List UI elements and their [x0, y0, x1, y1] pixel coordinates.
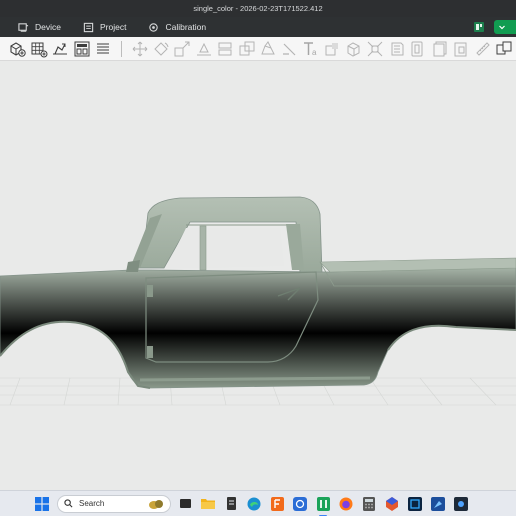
arrange-button[interactable] [72, 39, 91, 59]
fusion-icon [270, 496, 284, 511]
text-tool-button[interactable]: a [302, 39, 321, 59]
file-explorer-button[interactable] [200, 496, 216, 512]
cut-button[interactable] [216, 39, 235, 59]
rotate-icon [154, 41, 169, 56]
slice-button[interactable] [494, 20, 516, 34]
paint-button[interactable] [430, 496, 446, 512]
menu-device-label: Device [35, 22, 61, 32]
support-paint-button[interactable] [259, 39, 278, 59]
truck-body-model[interactable] [0, 61, 516, 490]
fusion-button[interactable] [269, 496, 285, 512]
support-paint-icon [261, 40, 275, 54]
edge-button[interactable] [246, 496, 262, 512]
prusa-icon [386, 496, 398, 511]
main-toolbar: a [0, 37, 516, 61]
split-list-icon [97, 43, 110, 53]
terminal-icon [226, 497, 236, 510]
add-plate-icon [31, 42, 48, 57]
photoshop-icon [408, 496, 422, 511]
file-explorer-icon [201, 499, 215, 509]
split-objects-icon [391, 42, 404, 55]
split-list-button[interactable] [94, 39, 113, 59]
split-parts-icon [411, 41, 423, 56]
object-list-icon [496, 41, 512, 54]
edge-icon [247, 497, 261, 510]
task-view-button[interactable] [177, 496, 193, 512]
menu-device[interactable]: Device [18, 22, 61, 33]
search-icon [64, 499, 73, 508]
window-title-bar: single_color - 2026-02-23T171522.412 [0, 0, 516, 17]
ruler-button[interactable] [473, 39, 492, 59]
slicer-icon [316, 496, 330, 511]
lay-flat-icon [196, 42, 211, 55]
lay-flat-button[interactable] [194, 39, 213, 59]
prusa-button[interactable] [384, 496, 400, 512]
add-object-button[interactable] [8, 39, 27, 59]
device-icon [18, 22, 29, 32]
firefox-button[interactable] [338, 496, 354, 512]
menu-bar: Device Project Calibration [0, 17, 516, 37]
paste-icon [454, 42, 467, 56]
search-placeholder: Search [79, 499, 105, 508]
split-objects-button[interactable] [387, 39, 406, 59]
menu-calibration[interactable]: Calibration [148, 22, 206, 33]
rotate-button[interactable] [152, 39, 171, 59]
store-icon[interactable] [474, 22, 484, 32]
menu-project[interactable]: Project [83, 22, 126, 33]
search-highlight-icon [149, 499, 163, 509]
slicer-button[interactable] [315, 496, 331, 516]
object-list-button[interactable] [495, 39, 514, 59]
add-plate-button[interactable] [29, 39, 48, 59]
svg-text:a: a [312, 48, 317, 57]
copy-button[interactable] [430, 39, 449, 59]
boolean-icon [239, 41, 255, 55]
calculator-button[interactable] [361, 496, 377, 512]
assembly-button[interactable] [345, 39, 364, 59]
split-parts-button[interactable] [409, 39, 428, 59]
seam-paint-icon [282, 43, 296, 55]
variable-layer-button[interactable] [366, 39, 385, 59]
toolbar-separator [121, 40, 123, 57]
photoshop-button[interactable] [407, 496, 423, 512]
window-title: single_color - 2026-02-23T171522.412 [193, 4, 323, 13]
boolean-button[interactable] [237, 39, 256, 59]
menu-calibration-label: Calibration [165, 22, 207, 32]
move-icon [132, 41, 147, 56]
menu-project-label: Project [99, 22, 127, 32]
seam-paint-button[interactable] [280, 39, 299, 59]
assembly-icon [347, 41, 360, 57]
app-store-icon [293, 496, 307, 511]
measure-button[interactable] [323, 39, 342, 59]
calculator-icon [363, 496, 375, 511]
project-icon [83, 22, 94, 32]
paint-icon [431, 496, 445, 511]
ruler-icon [475, 41, 490, 56]
auto-orient-icon [53, 43, 68, 55]
task-view-icon [179, 499, 191, 508]
cut-icon [218, 42, 232, 55]
measure-icon [325, 42, 339, 55]
app-icon [454, 496, 468, 511]
start-button[interactable] [34, 496, 50, 512]
calibration-icon [149, 22, 159, 32]
copy-icon [433, 41, 447, 56]
terminal-button[interactable] [223, 496, 239, 512]
firefox-icon [339, 497, 353, 510]
text-icon: a [304, 41, 317, 57]
scale-button[interactable] [173, 39, 192, 59]
scale-icon [174, 41, 190, 56]
app-store-button[interactable] [292, 496, 308, 512]
auto-orient-button[interactable] [51, 39, 70, 59]
variable-layer-icon [368, 41, 383, 56]
paste-button[interactable] [452, 39, 471, 59]
arrange-icon [74, 41, 90, 56]
chevron-down-icon [499, 25, 505, 30]
app-button[interactable] [453, 496, 469, 512]
move-button[interactable] [130, 39, 149, 59]
taskbar-search[interactable]: Search [57, 494, 171, 513]
3d-viewport[interactable] [0, 61, 516, 490]
windows-start-icon [35, 496, 49, 511]
add-object-icon [10, 41, 27, 57]
taskbar: Search [0, 490, 516, 516]
